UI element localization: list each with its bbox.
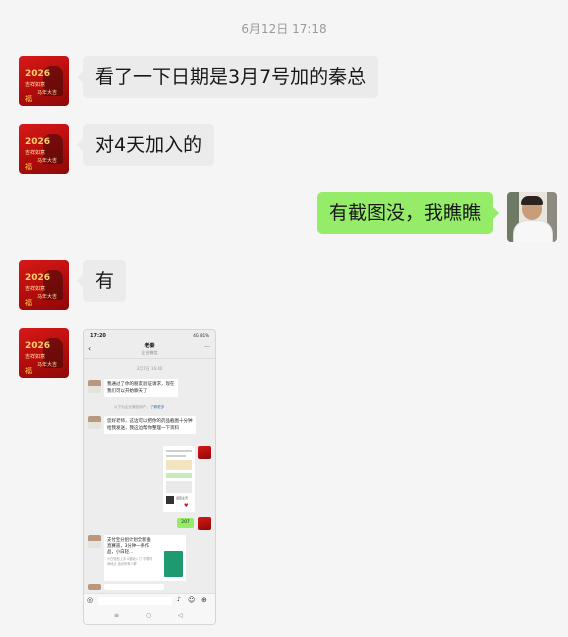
avatar-text: 马年大吉 <box>37 90 58 96</box>
phone-card-desc: 小白轻松上手 0基础入门 不限时间地点 适合所有人群 <box>107 557 153 566</box>
voice-icon: ◎ <box>87 596 94 604</box>
message-bubble[interactable]: 看了一下日期是3月7号加的秦总 <box>76 56 379 98</box>
phone-avatar <box>198 446 211 459</box>
phone-note-link: 了解更多 <box>149 405 165 409</box>
phone-card-thumb <box>164 551 183 577</box>
contact-avatar[interactable]: 2026 吉祥如意 马年大吉 福 <box>19 328 69 378</box>
phone-message: 您好老师，这边可以把你的药品截图十分钟给我发送，我这边帮你整理一下资料 <box>104 416 196 434</box>
avatar-symbol: 福 <box>25 367 32 375</box>
avatar-text: 吉祥如意 <box>25 150 46 156</box>
phone-avatar <box>88 535 101 548</box>
phone-card-title: 支付宝分组计划全新垂直赛道，3分钟一条作品，小白轻… <box>107 538 151 555</box>
phone-input-bar: ◎ ♪ ☺ ⊕ <box>84 593 215 608</box>
avatar-year: 2026 <box>25 69 51 79</box>
phone-note: 以下为企业微信用户，了解更多 <box>114 405 164 410</box>
image-message-screenshot[interactable]: 17:20 4G 81% ‹ 老秦 企业微信 ··· 3月7日 16:40 我通… <box>83 329 216 625</box>
phone-status: 4G 81% <box>193 333 209 338</box>
phone-message: 我通过了你的朋友验证请求，现在我们可以开始聊天了 <box>104 379 178 397</box>
phone-avatar <box>88 380 101 393</box>
avatar-text: 马年大吉 <box>37 362 58 368</box>
phone-avatar <box>198 517 211 530</box>
back-nav-icon: ◁ <box>178 612 183 619</box>
avatar-text: 吉祥如意 <box>25 354 46 360</box>
home-icon: ○ <box>146 612 152 619</box>
phone-avatar <box>88 416 101 429</box>
self-avatar[interactable] <box>507 192 557 242</box>
avatar-text: 马年大吉 <box>37 158 58 164</box>
heart-icon: ♥ <box>184 503 189 509</box>
more-icon: ··· <box>204 344 210 351</box>
plus-icon: ⊕ <box>201 596 207 604</box>
avatar-symbol: 福 <box>25 299 32 307</box>
message-bubble[interactable]: 对4天加入的 <box>76 124 215 166</box>
phone-nav-bar: ≡ ○ ◁ <box>84 608 215 624</box>
avatar-text: 吉祥如意 <box>25 82 46 88</box>
mic-icon: ♪ <box>177 596 181 603</box>
phone-contact-sub: 企业微信 <box>141 350 158 355</box>
divider <box>84 358 215 359</box>
timestamp: 6月12日 17:18 <box>241 22 327 36</box>
message-bubble-self[interactable]: 有截图没，我瞧瞧 <box>316 192 500 234</box>
phone-image-caption: 返回主页 <box>176 496 189 500</box>
phone-note-text: 以下为企业微信用户， <box>114 405 150 409</box>
avatar-year: 2026 <box>25 341 51 351</box>
phone-image: 返回主页 ♥ <box>163 446 195 512</box>
emoji-icon: ☺ <box>188 596 196 604</box>
avatar-year: 2026 <box>25 273 51 283</box>
avatar-symbol: 福 <box>25 95 32 103</box>
avatar-text: 吉祥如意 <box>25 286 46 292</box>
contact-avatar[interactable]: 2026 吉祥如意 马年大吉 福 <box>19 56 69 106</box>
phone-date: 3月7日 16:40 <box>136 366 163 371</box>
avatar-text: 马年大吉 <box>37 294 58 300</box>
avatar-symbol: 福 <box>25 163 32 171</box>
contact-avatar[interactable]: 2026 吉祥如意 马年大吉 福 <box>19 260 69 310</box>
phone-card: 支付宝分组计划全新垂直赛道，3分钟一条作品，小白轻… 小白轻松上手 0基础入门 … <box>104 535 186 581</box>
contact-avatar[interactable]: 2026 吉祥如意 马年大吉 福 <box>19 124 69 174</box>
phone-time: 17:20 <box>90 333 106 339</box>
phone-contact-name: 老秦 <box>144 343 155 349</box>
message-bubble[interactable]: 有 <box>76 260 127 302</box>
menu-icon: ≡ <box>114 612 120 619</box>
avatar-year: 2026 <box>25 137 51 147</box>
phone-message-self: 207 <box>177 518 194 528</box>
